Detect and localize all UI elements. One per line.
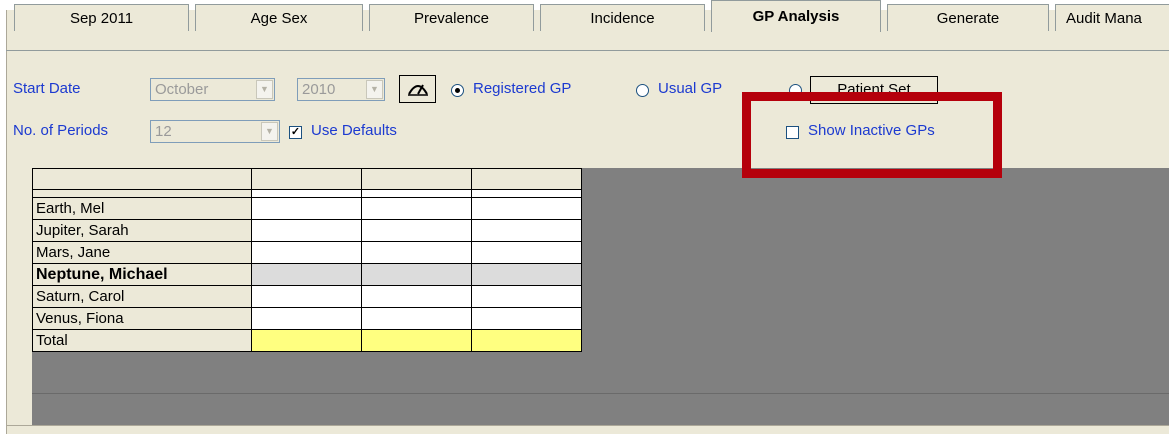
table-row[interactable]: Saturn, Carol	[32, 286, 582, 308]
table-row[interactable]: Earth, Mel	[32, 198, 582, 220]
periods-value: 12	[155, 123, 172, 140]
grid-header-row	[32, 168, 582, 190]
value-cell[interactable]	[252, 190, 362, 198]
table-row[interactable]: Venus, Fiona	[32, 308, 582, 330]
gp-name-cell: Mars, Jane	[32, 242, 252, 264]
value-cell[interactable]	[252, 264, 362, 286]
value-cell[interactable]	[472, 242, 582, 264]
total-value-cell[interactable]	[362, 330, 472, 352]
header-cell	[252, 168, 362, 190]
table-row[interactable]	[32, 190, 582, 198]
gp-name-cell: Saturn, Carol	[32, 286, 252, 308]
highlight-annotation-box	[742, 92, 1002, 178]
value-cell[interactable]	[472, 220, 582, 242]
gp-name-cell: Neptune, Michael	[32, 264, 252, 286]
table-row-selected[interactable]: Neptune, Michael	[32, 264, 582, 286]
total-value-cell[interactable]	[472, 330, 582, 352]
gp-name-cell: Jupiter, Sarah	[32, 220, 252, 242]
tab-sep-2011[interactable]: Sep 2011	[14, 4, 189, 31]
tab-generate[interactable]: Generate	[887, 4, 1049, 31]
value-cell[interactable]	[472, 198, 582, 220]
periods-select[interactable]: 12 ▼	[150, 120, 280, 143]
header-cell	[32, 168, 252, 190]
panel-bottom-border	[6, 425, 1169, 426]
value-cell[interactable]	[472, 308, 582, 330]
gp-name-cell: Venus, Fiona	[32, 308, 252, 330]
chevron-down-icon[interactable]: ▼	[366, 80, 383, 99]
tab-prevalence[interactable]: Prevalence	[369, 4, 534, 31]
registered-gp-radio[interactable]	[451, 84, 464, 97]
value-cell[interactable]	[472, 190, 582, 198]
calendar-button[interactable]	[399, 75, 436, 103]
registered-gp-label[interactable]: Registered GP	[473, 80, 571, 97]
value-cell[interactable]	[472, 286, 582, 308]
chevron-down-icon[interactable]: ▼	[256, 80, 273, 99]
use-defaults-label[interactable]: Use Defaults	[311, 122, 397, 139]
chevron-down-icon[interactable]: ▼	[261, 122, 278, 141]
value-cell[interactable]	[252, 286, 362, 308]
tab-incidence[interactable]: Incidence	[540, 4, 705, 31]
value-cell[interactable]	[472, 264, 582, 286]
tab-audit-management[interactable]: Audit Mana	[1055, 4, 1169, 31]
value-cell[interactable]	[362, 198, 472, 220]
value-cell[interactable]	[252, 198, 362, 220]
month-select[interactable]: October ▼	[150, 78, 275, 101]
no-of-periods-label: No. of Periods	[13, 122, 109, 139]
year-value: 2010	[302, 81, 336, 98]
year-select[interactable]: 2010 ▼	[297, 78, 385, 101]
table-row[interactable]: Jupiter, Sarah	[32, 220, 582, 242]
grid-footer-area	[32, 393, 1169, 426]
usual-gp-radio[interactable]	[636, 84, 649, 97]
spacer-cell	[32, 190, 252, 198]
header-cell	[472, 168, 582, 190]
value-cell[interactable]	[362, 190, 472, 198]
value-cell[interactable]	[362, 220, 472, 242]
gauge-icon	[407, 84, 428, 96]
tab-divider	[6, 50, 1169, 51]
value-cell[interactable]	[252, 220, 362, 242]
value-cell[interactable]	[252, 242, 362, 264]
total-label-cell: Total	[32, 330, 252, 352]
month-value: October	[155, 81, 209, 98]
use-defaults-checkbox[interactable]: ✓	[289, 126, 302, 139]
value-cell[interactable]	[362, 308, 472, 330]
value-cell[interactable]	[362, 286, 472, 308]
header-cell	[362, 168, 472, 190]
value-cell[interactable]	[362, 242, 472, 264]
usual-gp-label[interactable]: Usual GP	[658, 80, 722, 97]
total-row[interactable]: Total	[32, 330, 582, 352]
start-date-label: Start Date	[13, 80, 81, 97]
total-value-cell[interactable]	[252, 330, 362, 352]
value-cell[interactable]	[252, 308, 362, 330]
table-row[interactable]: Mars, Jane	[32, 242, 582, 264]
gp-name-cell: Earth, Mel	[32, 198, 252, 220]
tab-age-sex[interactable]: Age Sex	[195, 4, 363, 31]
value-cell[interactable]	[362, 264, 472, 286]
tab-gp-analysis[interactable]: GP Analysis	[711, 0, 881, 32]
